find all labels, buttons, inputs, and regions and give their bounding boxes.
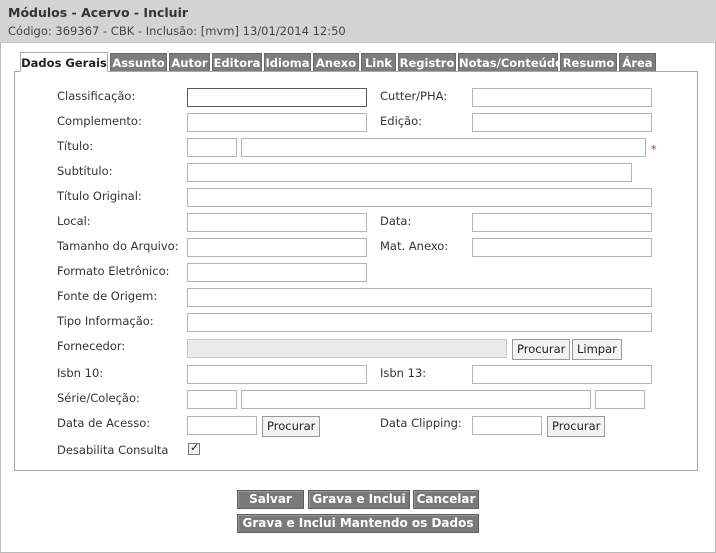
tab-notas-conteudo[interactable]: Notas/Conteúdo	[458, 53, 563, 71]
data-acesso-input[interactable]	[187, 416, 257, 435]
fonte-origem-input[interactable]	[187, 288, 652, 307]
titulo-input[interactable]	[241, 138, 646, 157]
salvar-button[interactable]: Salvar	[237, 490, 304, 509]
tab-link[interactable]: Link	[361, 53, 396, 71]
data-input[interactable]	[472, 213, 652, 232]
cancelar-button[interactable]: Cancelar	[413, 490, 479, 509]
label-cutter: Cutter/PHA:	[380, 89, 448, 103]
label-desabilita-consulta: Desabilita Consulta	[57, 443, 169, 457]
fornecedor-procurar-button[interactable]: Procurar	[512, 339, 571, 360]
label-titulo-original: Título Original:	[57, 189, 142, 203]
tab-assunto[interactable]: Assunto	[110, 53, 167, 71]
label-formato-eletronico: Formato Eletrônico:	[57, 264, 170, 278]
grava-inclui-mantendo-button[interactable]: Grava e Inclui Mantendo os Dados	[237, 514, 479, 533]
tab-anexo[interactable]: Anexo	[313, 53, 359, 71]
label-classificacao: Classificação:	[57, 89, 136, 103]
label-local: Local:	[57, 214, 91, 228]
data-clipping-input[interactable]	[472, 416, 542, 435]
local-input[interactable]	[187, 213, 367, 232]
tab-dados-gerais[interactable]: Dados Gerais	[20, 52, 108, 72]
formato-eletronico-input[interactable]	[187, 263, 367, 282]
desabilita-consulta-checkbox[interactable]: ✓	[188, 441, 200, 455]
tab-autor[interactable]: Autor	[169, 53, 210, 71]
isbn10-input[interactable]	[187, 365, 367, 384]
label-fornecedor: Fornecedor:	[57, 339, 126, 353]
tab-registro[interactable]: Registro	[398, 53, 456, 71]
titulo-prefix-input[interactable]	[187, 138, 237, 157]
label-complemento: Complemento:	[57, 114, 142, 128]
label-serie-colecao: Série/Coleção:	[57, 391, 140, 405]
serie-numero-input[interactable]	[595, 390, 645, 409]
label-tipo-informacao: Tipo Informação:	[57, 314, 154, 328]
label-data-clipping: Data Clipping:	[380, 416, 462, 430]
serie-prefix-input[interactable]	[187, 390, 237, 409]
page-title: Módulos - Acervo - Incluir	[8, 5, 189, 20]
tab-area[interactable]: Área	[619, 53, 656, 71]
titulo-original-input[interactable]	[187, 188, 652, 207]
label-edicao: Edição:	[380, 114, 423, 128]
tab-resumo[interactable]: Resumo	[560, 53, 617, 71]
data-clipping-procurar-button[interactable]: Procurar	[547, 416, 606, 437]
data-acesso-procurar-button[interactable]: Procurar	[262, 416, 321, 437]
record-info: Código: 369367 - CBK - Inclusão: [mvm] 1…	[8, 24, 346, 38]
subtitulo-input[interactable]	[187, 163, 632, 182]
serie-colecao-input[interactable]	[241, 390, 591, 409]
tab-editora[interactable]: Editora	[212, 53, 262, 71]
mat-anexo-input[interactable]	[472, 238, 652, 257]
label-mat-anexo: Mat. Anexo:	[380, 239, 449, 253]
grava-inclui-button[interactable]: Grava e Inclui	[308, 490, 410, 509]
check-icon: ✓	[190, 441, 200, 454]
tamanho-arquivo-input[interactable]	[187, 238, 367, 257]
label-subtitulo: Subtítulo:	[57, 164, 113, 178]
page-header: Módulos - Acervo - Incluir Código: 36936…	[0, 0, 716, 43]
isbn13-input[interactable]	[472, 365, 652, 384]
tab-idioma[interactable]: Idioma	[264, 53, 311, 71]
classificacao-input[interactable]	[187, 88, 367, 107]
required-mark: *	[651, 143, 657, 156]
edicao-input[interactable]	[472, 113, 652, 132]
cutter-input[interactable]	[472, 88, 652, 107]
tipo-informacao-input[interactable]	[187, 313, 652, 332]
complemento-input[interactable]	[187, 113, 367, 132]
fornecedor-input	[187, 339, 507, 358]
label-fonte-origem: Fonte de Origem:	[57, 289, 158, 303]
label-data-acesso: Data de Acesso:	[57, 416, 151, 430]
fornecedor-limpar-button[interactable]: Limpar	[572, 339, 622, 360]
label-titulo: Título:	[57, 139, 94, 153]
label-isbn10: Isbn 10:	[57, 366, 104, 380]
label-data: Data:	[380, 214, 412, 228]
label-tamanho-arquivo: Tamanho do Arquivo:	[57, 239, 179, 253]
label-isbn13: Isbn 13:	[380, 366, 427, 380]
